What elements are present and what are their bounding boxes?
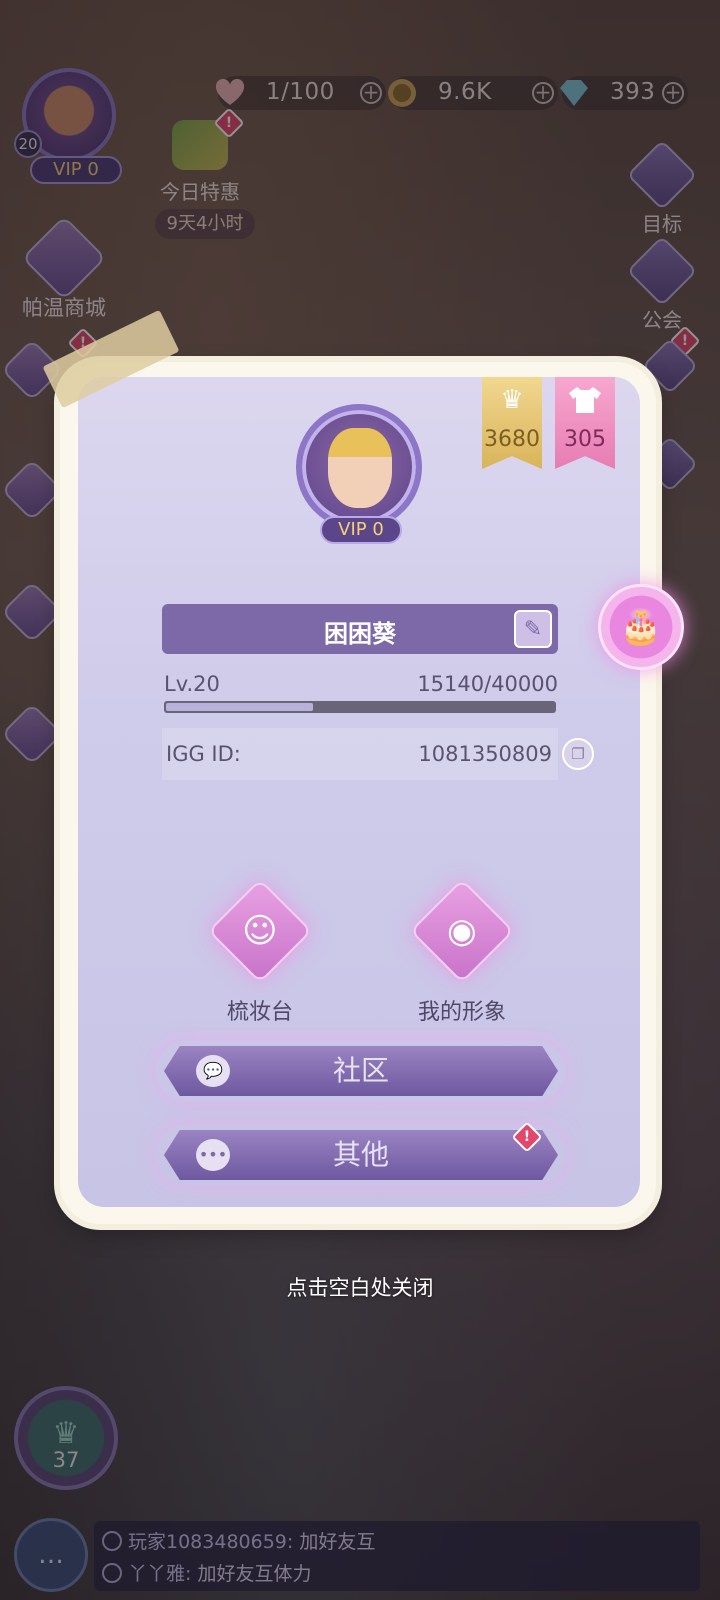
edit-name-button[interactable]: ✎: [514, 610, 552, 648]
player-name: 困困葵: [324, 620, 396, 648]
profile-avatar[interactable]: VIP 0: [288, 404, 430, 546]
igg-id-label: IGG ID:: [166, 742, 241, 766]
birthday-button[interactable]: 🎂: [598, 584, 684, 670]
vip-badge: VIP 0: [320, 516, 402, 544]
dresser-button[interactable]: ☺ 梳妆台: [190, 878, 330, 1026]
igg-id-row: IGG ID: 1081350809: [162, 728, 558, 780]
copy-id-button[interactable]: ❐: [562, 738, 594, 770]
outfit-score-ribbon: 305: [555, 377, 615, 469]
other-button[interactable]: ••• 其他: [164, 1130, 558, 1180]
igg-id-value: 1081350809: [418, 742, 552, 766]
camera-icon: ◉: [409, 878, 515, 984]
player-level: Lv.20: [164, 672, 220, 696]
crown-icon: ♛: [500, 385, 524, 415]
dresser-label: 梳妆台: [226, 1000, 293, 1025]
pencil-icon: ✎: [523, 616, 543, 642]
xp-progress-bar: [164, 701, 556, 713]
my-look-label: 我的形象: [417, 1000, 506, 1025]
community-button[interactable]: 💬 社区: [164, 1046, 558, 1096]
community-label: 社区: [332, 1054, 389, 1087]
my-look-button[interactable]: ◉ 我的形象: [392, 878, 532, 1026]
shirt-icon: [555, 385, 615, 419]
cake-icon: 🎂: [619, 607, 663, 647]
chat-bubble-icon: 💬: [196, 1055, 230, 1087]
face-icon: ☺: [207, 878, 313, 984]
player-name-bar: 困困葵 ✎: [162, 604, 558, 654]
copy-icon: ❐: [571, 745, 585, 763]
more-dots-icon: •••: [196, 1139, 230, 1171]
crown-score: 3680: [484, 427, 540, 452]
outfit-score: 305: [564, 427, 606, 452]
close-hint: 点击空白处关闭: [286, 1276, 434, 1300]
other-label: 其他: [332, 1138, 389, 1171]
player-xp: 15140/40000: [417, 672, 558, 696]
avatar-portrait: [328, 428, 392, 508]
xp-progress-fill: [166, 703, 313, 711]
crown-score-ribbon: ♛ 3680: [482, 377, 542, 469]
